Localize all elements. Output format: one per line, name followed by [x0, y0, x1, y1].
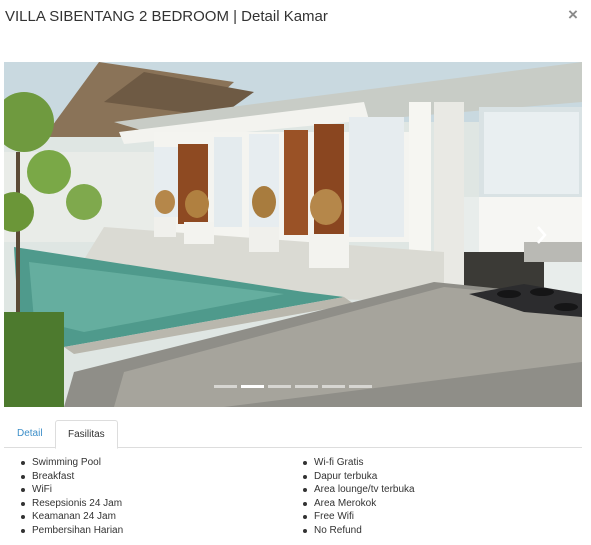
carousel-indicator[interactable]	[322, 385, 345, 388]
facility-item: Area Merokok	[300, 497, 415, 511]
chevron-right-icon	[537, 226, 547, 244]
facility-item: Dapur terbuka	[300, 470, 415, 484]
carousel-indicator-active[interactable]	[241, 385, 264, 388]
facility-item: Area lounge/tv terbuka	[300, 483, 415, 497]
carousel-indicator[interactable]	[268, 385, 291, 388]
tab-detail[interactable]: Detail	[5, 420, 55, 448]
facility-item: Free Wifi	[300, 510, 415, 524]
photo-carousel[interactable]	[4, 62, 582, 407]
facility-item: Pembersihan Harian	[18, 524, 123, 538]
facility-list-left: Swimming Pool Breakfast WiFi Resepsionis…	[18, 456, 123, 537]
facility-list-right: Wi-fi Gratis Dapur terbuka Area lounge/t…	[300, 456, 415, 537]
facility-item: WiFi	[18, 483, 123, 497]
tab-fasilitas[interactable]: Fasilitas	[55, 420, 118, 449]
modal-header: VILLA SIBENTANG 2 BEDROOM | Detail Kamar…	[0, 0, 591, 40]
facility-item: Swimming Pool	[18, 456, 123, 470]
facility-item: Wi-fi Gratis	[300, 456, 415, 470]
tab-bar: Detail Fasilitas	[4, 420, 582, 449]
facility-item: Resepsionis 24 Jam	[18, 497, 123, 511]
facility-item: Keamanan 24 Jam	[18, 510, 123, 524]
close-button[interactable]: ×	[565, 6, 581, 24]
facility-item: No Refund	[300, 524, 415, 538]
carousel-indicator[interactable]	[349, 385, 372, 388]
modal-title: VILLA SIBENTANG 2 BEDROOM | Detail Kamar	[5, 8, 328, 25]
carousel-indicator[interactable]	[214, 385, 237, 388]
carousel-indicators	[214, 384, 372, 390]
villa-photo	[4, 62, 582, 407]
carousel-next-button[interactable]	[534, 222, 550, 248]
facility-item: Breakfast	[18, 470, 123, 484]
carousel-indicator[interactable]	[295, 385, 318, 388]
